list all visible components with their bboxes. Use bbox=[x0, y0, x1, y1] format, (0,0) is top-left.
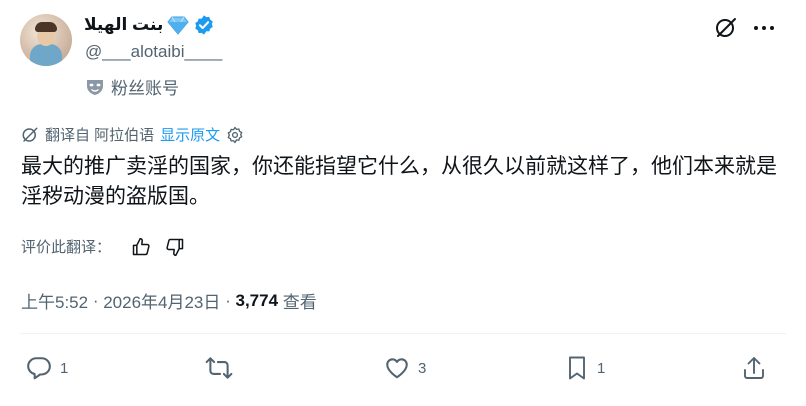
reply-icon bbox=[26, 355, 52, 381]
bookmark-count: 1 bbox=[597, 359, 606, 377]
translated-from-text: 翻译自 阿拉伯语 bbox=[45, 127, 155, 144]
translation-notice: 翻译自 阿拉伯语 显示原文 bbox=[21, 124, 244, 145]
display-name[interactable]: بنت الهيلا bbox=[84, 15, 163, 35]
tweet-time[interactable]: 上午5:52 bbox=[21, 288, 88, 313]
share-button[interactable] bbox=[742, 355, 766, 381]
retweet-button[interactable] bbox=[205, 355, 241, 381]
rate-translation-label: 评价此翻译： bbox=[21, 239, 112, 256]
tweet-text: 最大的推广卖淫的国家，你还能指望它什么，从很久以前就这样了，他们本来就是淫秽动漫… bbox=[21, 155, 777, 208]
thumbs-down-icon[interactable] bbox=[165, 237, 185, 257]
author-name-row[interactable]: بنت الهيلا bbox=[84, 12, 215, 38]
views-count: 3,774 bbox=[235, 290, 279, 310]
meta-separator: · bbox=[88, 290, 104, 310]
verified-badge-icon[interactable] bbox=[193, 14, 215, 36]
show-original-link[interactable]: 显示原文 bbox=[160, 124, 220, 145]
author-handle[interactable]: @___alotaibi____ bbox=[85, 42, 222, 62]
bookmark-icon bbox=[565, 355, 589, 381]
like-count: 3 bbox=[418, 359, 427, 377]
share-icon bbox=[742, 355, 766, 381]
tweet-date[interactable]: 2026年4月23日 bbox=[103, 288, 220, 313]
more-options-icon[interactable] bbox=[752, 18, 776, 38]
meta-separator: · bbox=[220, 290, 236, 310]
translate-icon bbox=[21, 126, 39, 144]
account-label-text: 粉丝账号 bbox=[111, 79, 179, 98]
bookmark-button[interactable]: 1 bbox=[565, 355, 605, 381]
avatar[interactable] bbox=[20, 14, 72, 66]
divider bbox=[20, 333, 786, 334]
tweet-meta: 上午5:52 · 2026年4月23日 · 3,774 查看 bbox=[21, 288, 317, 313]
like-button[interactable]: 3 bbox=[384, 355, 426, 381]
translation-settings-icon[interactable] bbox=[226, 126, 244, 144]
retweet-icon bbox=[205, 355, 233, 381]
diamond-icon bbox=[167, 15, 189, 35]
views-label: 查看 bbox=[278, 293, 317, 312]
reply-button[interactable]: 1 bbox=[26, 355, 68, 381]
mask-icon bbox=[85, 77, 105, 97]
account-label: 粉丝账号 bbox=[85, 74, 179, 99]
rate-translation: 评价此翻译： bbox=[21, 236, 185, 257]
reply-count: 1 bbox=[60, 359, 69, 377]
grok-icon[interactable] bbox=[714, 16, 738, 40]
thumbs-up-icon[interactable] bbox=[131, 237, 151, 257]
heart-icon bbox=[384, 355, 410, 381]
